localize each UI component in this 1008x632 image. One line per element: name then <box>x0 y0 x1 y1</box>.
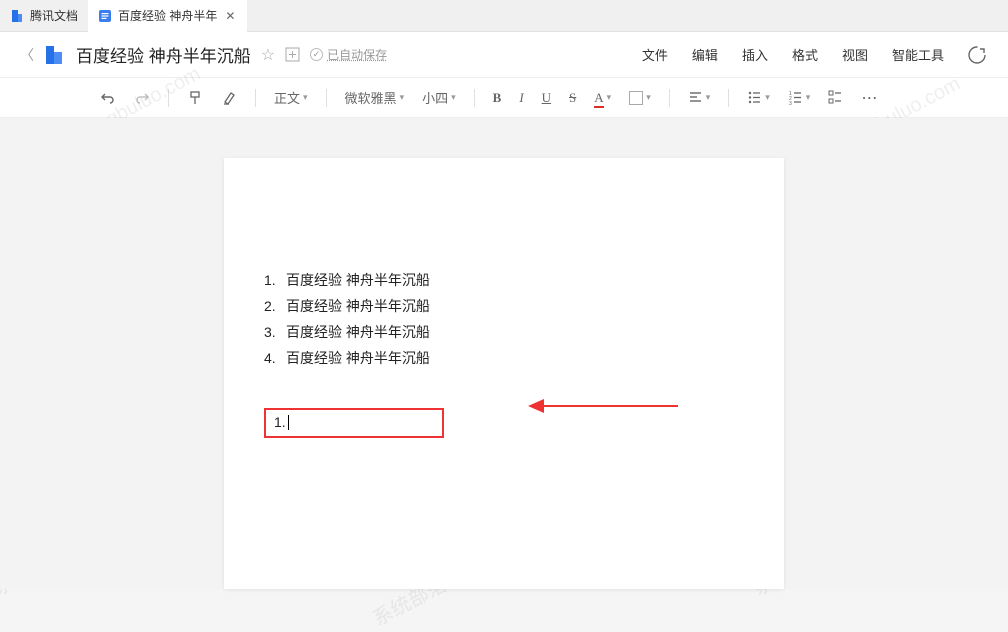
separator <box>669 89 670 107</box>
tab-document[interactable]: 百度经验 神舟半年 ✕ <box>88 0 247 32</box>
menu-edit[interactable]: 编辑 <box>692 45 718 64</box>
autosave-label: 已自动保存 <box>327 46 387 63</box>
list-item[interactable]: 3.百度经验 神舟半年沉船 <box>264 320 744 346</box>
separator <box>326 89 327 107</box>
star-icon[interactable]: ☆ <box>261 45 275 65</box>
tabs-bar: 腾讯文档 百度经验 神舟半年 ✕ <box>0 0 1008 32</box>
menu-smart[interactable]: 智能工具 <box>892 45 944 64</box>
undo-button[interactable] <box>100 90 116 106</box>
font-size-select[interactable]: 小四▾ <box>422 88 456 107</box>
bullet-list-button[interactable]: ▾ <box>747 90 770 105</box>
tab-tencent-docs[interactable]: 腾讯文档 <box>0 0 88 32</box>
header: 〈 百度经验 神舟半年沉船 ☆ ✓ 已自动保存 文件 编辑 插入 格式 视图 智… <box>0 32 1008 78</box>
menu-insert[interactable]: 插入 <box>742 45 768 64</box>
tab-label: 腾讯文档 <box>30 7 78 24</box>
checklist-button[interactable] <box>828 90 843 105</box>
text-color-button[interactable]: A▾ <box>594 90 611 106</box>
italic-button[interactable]: I <box>519 90 523 106</box>
svg-text:3: 3 <box>789 101 792 105</box>
tencent-doc-icon <box>10 9 24 23</box>
highlight-button[interactable]: ▾ <box>629 91 651 105</box>
new-list-number: 1. <box>274 414 286 430</box>
list-item[interactable]: 2.百度经验 神舟半年沉船 <box>264 294 744 320</box>
editor-canvas[interactable]: 1.百度经验 神舟半年沉船 2.百度经验 神舟半年沉船 3.百度经验 神舟半年沉… <box>0 118 1008 589</box>
tab-label: 百度经验 神舟半年 <box>118 7 217 24</box>
text-style-select[interactable]: 正文▾ <box>274 88 308 107</box>
document-page[interactable]: 1.百度经验 神舟半年沉船 2.百度经验 神舟半年沉船 3.百度经验 神舟半年沉… <box>224 158 784 589</box>
app-logo-icon <box>44 44 66 66</box>
close-icon[interactable]: ✕ <box>223 9 237 23</box>
numbered-list[interactable]: 1.百度经验 神舟半年沉船 2.百度经验 神舟半年沉船 3.百度经验 神舟半年沉… <box>264 268 744 372</box>
separator <box>728 89 729 107</box>
toolbar: 正文▾ 微软雅黑▾ 小四▾ B I U S A▾ ▾ ▾ ▾ 123▾ ⋯ <box>0 78 1008 118</box>
check-icon: ✓ <box>310 48 323 61</box>
annotation-box: 1. <box>264 408 444 438</box>
list-item[interactable]: 4.百度经验 神舟半年沉船 <box>264 346 744 372</box>
menu-view[interactable]: 视图 <box>842 45 868 64</box>
redo-button[interactable] <box>134 90 150 106</box>
autosave-status: ✓ 已自动保存 <box>310 46 387 63</box>
font-family-select[interactable]: 微软雅黑▾ <box>345 88 405 107</box>
menu-format[interactable]: 格式 <box>792 45 818 64</box>
align-button[interactable]: ▾ <box>688 90 711 105</box>
add-icon[interactable] <box>285 47 300 62</box>
numbered-list-button[interactable]: 123▾ <box>788 90 811 105</box>
list-item[interactable]: 1.百度经验 神舟半年沉船 <box>264 268 744 294</box>
back-icon[interactable]: 〈 <box>20 45 34 65</box>
sync-icon[interactable] <box>966 44 988 66</box>
doc-icon <box>98 9 112 23</box>
underline-button[interactable]: U <box>542 90 551 106</box>
clear-format-button[interactable] <box>221 90 237 106</box>
separator <box>474 89 475 107</box>
more-button[interactable]: ⋯ <box>861 88 877 108</box>
separator <box>255 89 256 107</box>
separator <box>168 89 169 107</box>
format-painter-button[interactable] <box>187 90 203 106</box>
menu-bar: 文件 编辑 插入 格式 视图 智能工具 <box>642 45 944 64</box>
menu-file[interactable]: 文件 <box>642 45 668 64</box>
bold-button[interactable]: B <box>493 90 502 106</box>
doc-title[interactable]: 百度经验 神舟半年沉船 <box>76 42 251 67</box>
strike-button[interactable]: S <box>569 90 576 106</box>
